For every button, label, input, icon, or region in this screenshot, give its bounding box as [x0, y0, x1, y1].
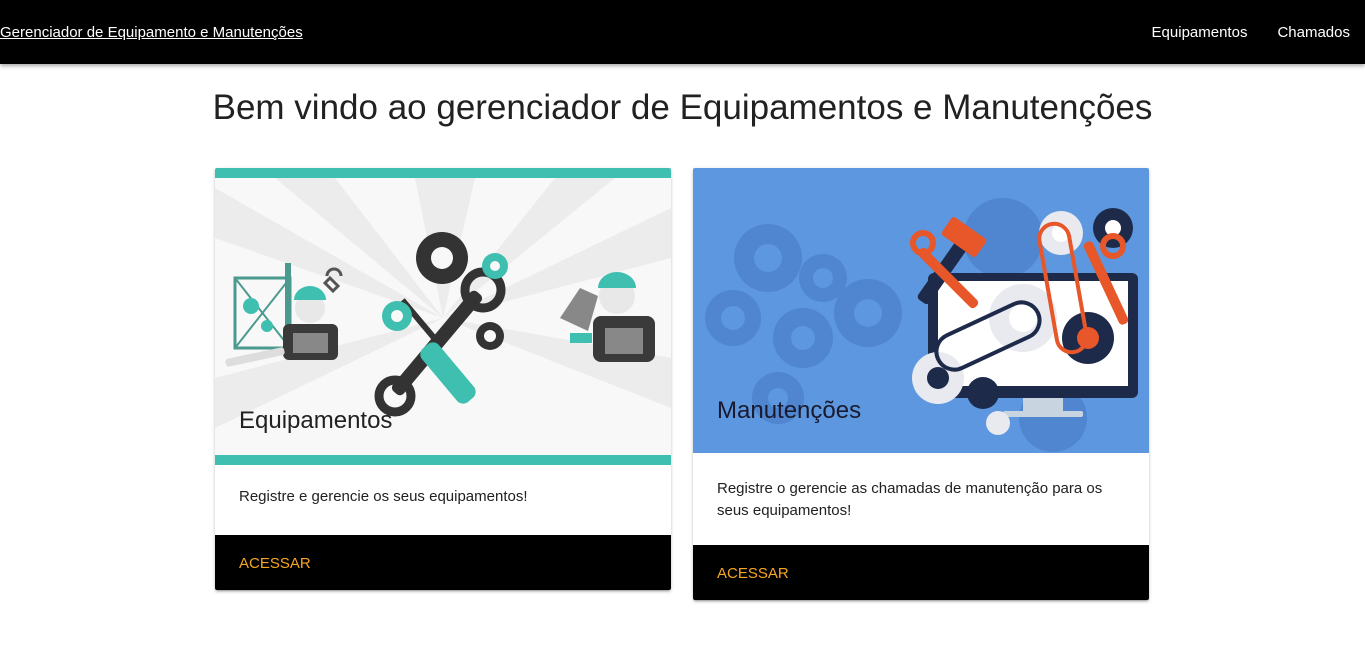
maintenance-card-title: Manutenções	[717, 397, 862, 424]
equipment-card-actions: ACESSAR	[215, 535, 671, 590]
maintenance-access-link[interactable]: ACESSAR	[717, 545, 789, 600]
equipment-card: Equipamentos Registre e gerencie os seus…	[215, 168, 671, 590]
brand-link[interactable]: Gerenciador de Equipamento e Manutenções	[0, 0, 303, 66]
nav-link-equipamentos[interactable]: Equipamentos	[1137, 0, 1263, 64]
equipment-card-description: Registre e gerencie os seus equipamentos…	[239, 488, 528, 505]
page-title: Bem vindo ao gerenciador de Equipamentos…	[212, 88, 1153, 127]
worker-icon	[225, 263, 343, 367]
equipment-card-image: Equipamentos	[215, 168, 671, 465]
nav-link-chamados[interactable]: Chamados	[1262, 0, 1365, 64]
maintenance-card-actions: ACESSAR	[693, 545, 1149, 600]
maintenance-card: Manutenções Registre o gerencie as chama…	[693, 168, 1149, 600]
equipment-access-link[interactable]: ACESSAR	[239, 535, 311, 590]
maintenance-card-image: Manutenções	[693, 168, 1149, 453]
maintenance-card-description: Registre o gerencie as chamadas de manut…	[717, 480, 1103, 519]
equipment-card-title: Equipamentos	[239, 407, 393, 434]
top-navbar: Gerenciador de Equipamento e Manutenções…	[0, 0, 1365, 64]
nav-links: Equipamentos Chamados	[1137, 0, 1365, 64]
